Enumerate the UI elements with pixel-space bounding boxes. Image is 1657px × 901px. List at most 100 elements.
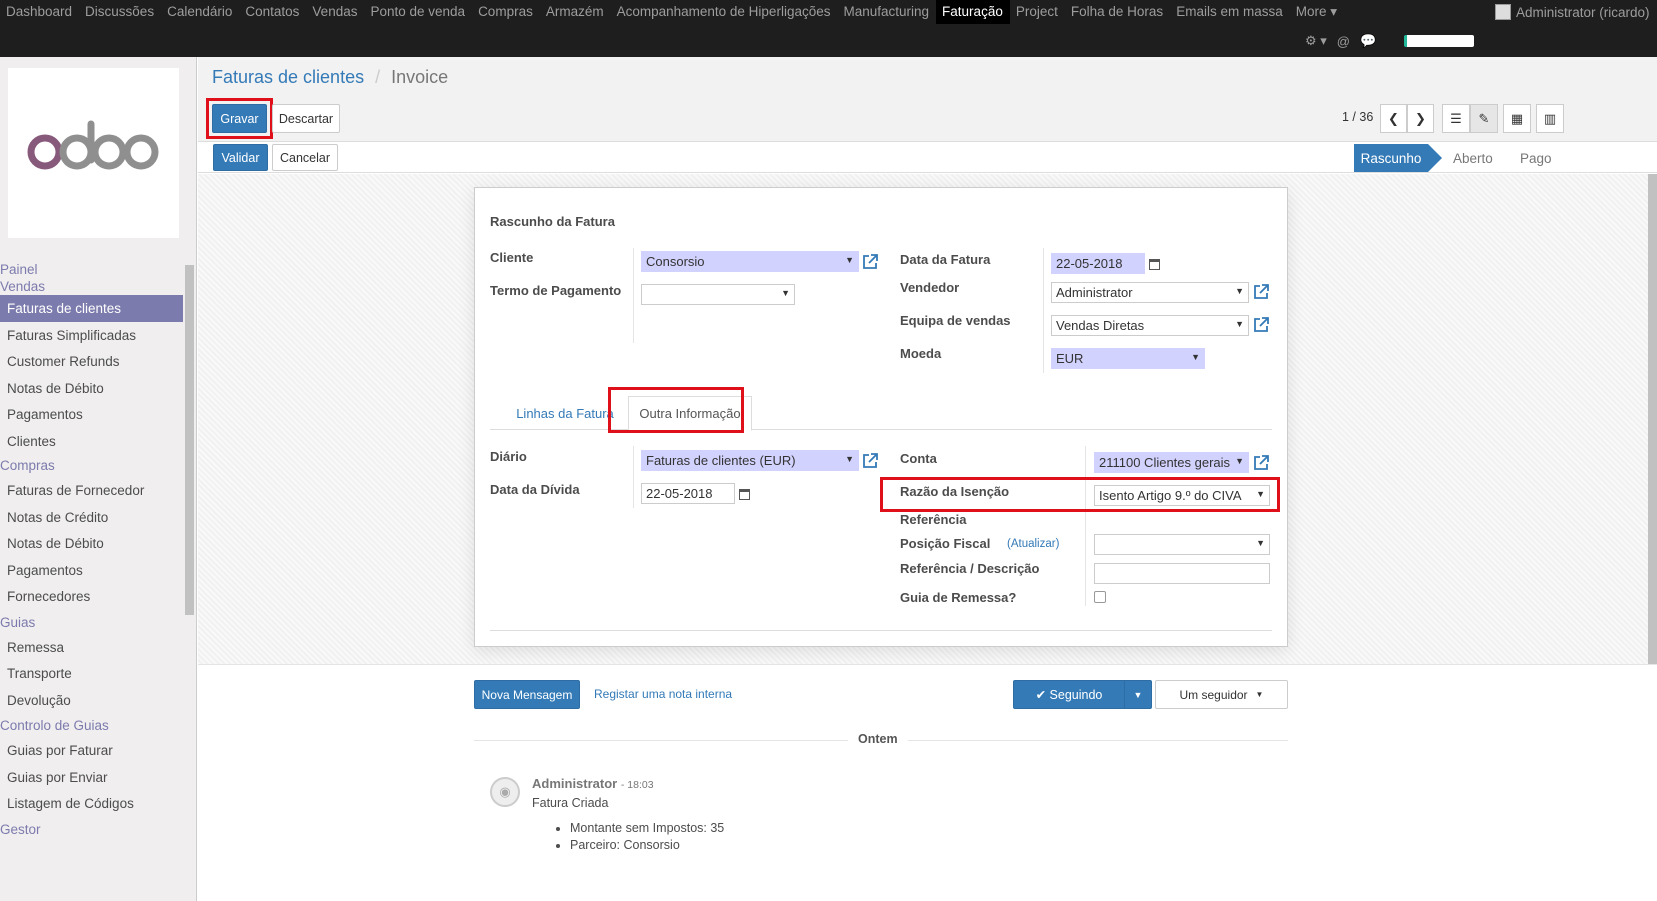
section-guias[interactable]: Guias [0,614,183,631]
sidebar-item-devolucao[interactable]: Devolução [0,687,183,714]
guia-remessa-label: Guia de Remessa? [900,590,1017,605]
menu-faturacao[interactable]: Faturação [936,0,1010,24]
calendar-icon[interactable] [1149,259,1160,270]
sidebar-item-guias-enviar[interactable]: Guias por Enviar [0,764,183,791]
sidebar-item-pagamentos-compras[interactable]: Pagamentos [0,557,183,584]
section-compras[interactable]: Compras [0,457,183,474]
company-logo[interactable] [8,68,179,238]
external-link-icon[interactable] [1252,283,1270,301]
section-vendas[interactable]: Vendas [0,278,183,295]
sidebar-item-listagem-codigos[interactable]: Listagem de Códigos [0,790,183,817]
at-icon[interactable]: @ [1337,34,1350,49]
data-divida-field[interactable]: 22-05-2018 [641,483,735,504]
sidebar-item-customer-refunds[interactable]: Customer Refunds [0,348,183,375]
section-painel[interactable]: Painel [0,261,183,278]
followers-label: Um seguidor [1179,687,1248,702]
new-message-button[interactable]: Nova Mensagem [474,680,580,709]
menu-discussoes[interactable]: Discussões [79,0,161,24]
view-list-button[interactable]: ☰ [1442,104,1470,133]
external-link-icon[interactable] [1252,454,1270,472]
list-item: Montante sem Impostos: 35 [570,821,724,835]
stage-rascunho[interactable]: Rascunho [1354,144,1442,172]
equipa-vendas-field[interactable]: Vendas Diretas ▼ [1051,315,1249,336]
sidebar-item-faturas-clientes[interactable]: Faturas de clientes [0,295,183,322]
sidebar-item-faturas-simplificadas[interactable]: Faturas Simplificadas [0,322,183,349]
external-link-icon[interactable] [861,452,879,470]
discard-button[interactable]: Descartar [272,104,340,133]
menu-contatos[interactable]: Contatos [239,0,306,24]
sidebar-item-notas-credito[interactable]: Notas de Crédito [0,504,183,531]
termo-pagamento-field[interactable]: ▼ [641,284,795,305]
top-menu: Dashboard Discussões Calendário Contatos… [0,0,1344,24]
invoice-form-sheet: Rascunho da Fatura Cliente Consorsio ▼ Te… [474,187,1288,647]
user-menu[interactable]: Administrator (ricardo) [1495,4,1650,20]
menu-more[interactable]: More ▾ [1290,0,1344,24]
cliente-field[interactable]: Consorsio ▼ [641,251,859,272]
data-fatura-field[interactable]: 22-05-2018 [1051,253,1145,274]
chevron-right-icon: ❯ [1415,110,1426,126]
sidebar-scrollbar[interactable] [185,265,194,615]
menu-project[interactable]: Project [1010,0,1065,24]
section-controlo-guias[interactable]: Controlo de Guias [0,717,183,734]
following-button[interactable]: ✔ Seguindo [1013,680,1125,709]
caret-down-icon: ▼ [1255,690,1264,699]
atualizar-link[interactable]: (Atualizar) [1007,538,1059,550]
calendar-icon: ▦ [1510,110,1524,126]
external-link-icon[interactable] [861,253,879,271]
sidebar-item-notas-debito-compras[interactable]: Notas de Débito [0,530,183,557]
stage-pago[interactable]: Pago [1520,144,1552,172]
sidebar-item-remessa[interactable]: Remessa [0,634,183,661]
vendedor-field[interactable]: Administrator ▼ [1051,282,1249,303]
menu-calendario[interactable]: Calendário [161,0,239,24]
guia-remessa-checkbox[interactable] [1094,591,1106,603]
breadcrumb-parent[interactable]: Faturas de clientes [212,67,364,87]
external-link-icon[interactable] [1252,316,1270,334]
view-graph-button[interactable]: ▥ [1536,104,1564,133]
caret-down-icon: ▼ [845,454,854,464]
posicao-fiscal-field[interactable]: ▼ [1094,534,1270,555]
menu-hiperligacoes[interactable]: Acompanhamento de Hiperligações [611,0,838,24]
view-calendar-button[interactable]: ▦ [1503,104,1531,133]
menu-vendas[interactable]: Vendas [306,0,364,24]
menu-ponto-de-venda[interactable]: Ponto de venda [364,0,472,24]
vendedor-label: Vendedor [900,280,960,295]
calendar-icon[interactable] [739,489,750,500]
avatar [1495,4,1511,20]
sidebar-item-transporte[interactable]: Transporte [0,660,183,687]
menu-compras[interactable]: Compras [472,0,540,24]
moeda-field[interactable]: EUR ▼ [1051,348,1205,369]
sidebar-item-pagamentos[interactable]: Pagamentos [0,401,183,428]
vendedor-value: Administrator [1056,285,1133,300]
sidebar-item-notas-debito[interactable]: Notas de Débito [0,375,183,402]
sidebar-item-clientes[interactable]: Clientes [0,428,183,455]
chat-icon[interactable]: 💬 [1360,33,1376,49]
section-gestor[interactable]: Gestor [0,821,183,838]
systray-search-bar[interactable] [1404,35,1475,47]
author-name[interactable]: Administrator [532,776,617,791]
sidebar-item-fornecedores[interactable]: Fornecedores [0,583,183,610]
sidebar-item-faturas-fornecedor[interactable]: Faturas de Fornecedor [0,477,183,504]
breadcrumb: Faturas de clientes / Invoice [212,67,448,88]
followers-button[interactable]: Um seguidor ▼ [1155,680,1288,709]
stage-aberto[interactable]: Aberto [1453,144,1493,172]
following-dropdown[interactable]: ▼ [1124,680,1152,709]
menu-dashboard[interactable]: Dashboard [0,0,79,24]
menu-folha-de-horas[interactable]: Folha de Horas [1065,0,1170,24]
log-note-link[interactable]: Registar uma nota interna [594,687,732,701]
conta-field[interactable]: 211100 Clientes gerais ▼ [1094,452,1249,473]
bug-icon[interactable]: ⚙ ▾ [1305,33,1327,49]
referencia-descricao-field[interactable] [1094,563,1270,584]
sidebar-item-guias-faturar[interactable]: Guias por Faturar [0,737,183,764]
menu-emails-em-massa[interactable]: Emails em massa [1170,0,1290,24]
pager-previous-button[interactable]: ❮ [1380,104,1407,133]
view-form-button[interactable]: ✎ [1470,104,1498,133]
user-name: Administrator (ricardo) [1516,4,1650,20]
menu-armazem[interactable]: Armazém [540,0,611,24]
caret-down-icon: ▼ [1256,538,1265,548]
cancel-button[interactable]: Cancelar [272,144,338,171]
validate-button[interactable]: Validar [213,144,268,171]
message-body: Fatura Criada [532,796,609,810]
menu-manufacturing[interactable]: Manufacturing [837,0,936,24]
pager-next-button[interactable]: ❯ [1407,104,1434,133]
diario-field[interactable]: Faturas de clientes (EUR) ▼ [641,450,859,471]
